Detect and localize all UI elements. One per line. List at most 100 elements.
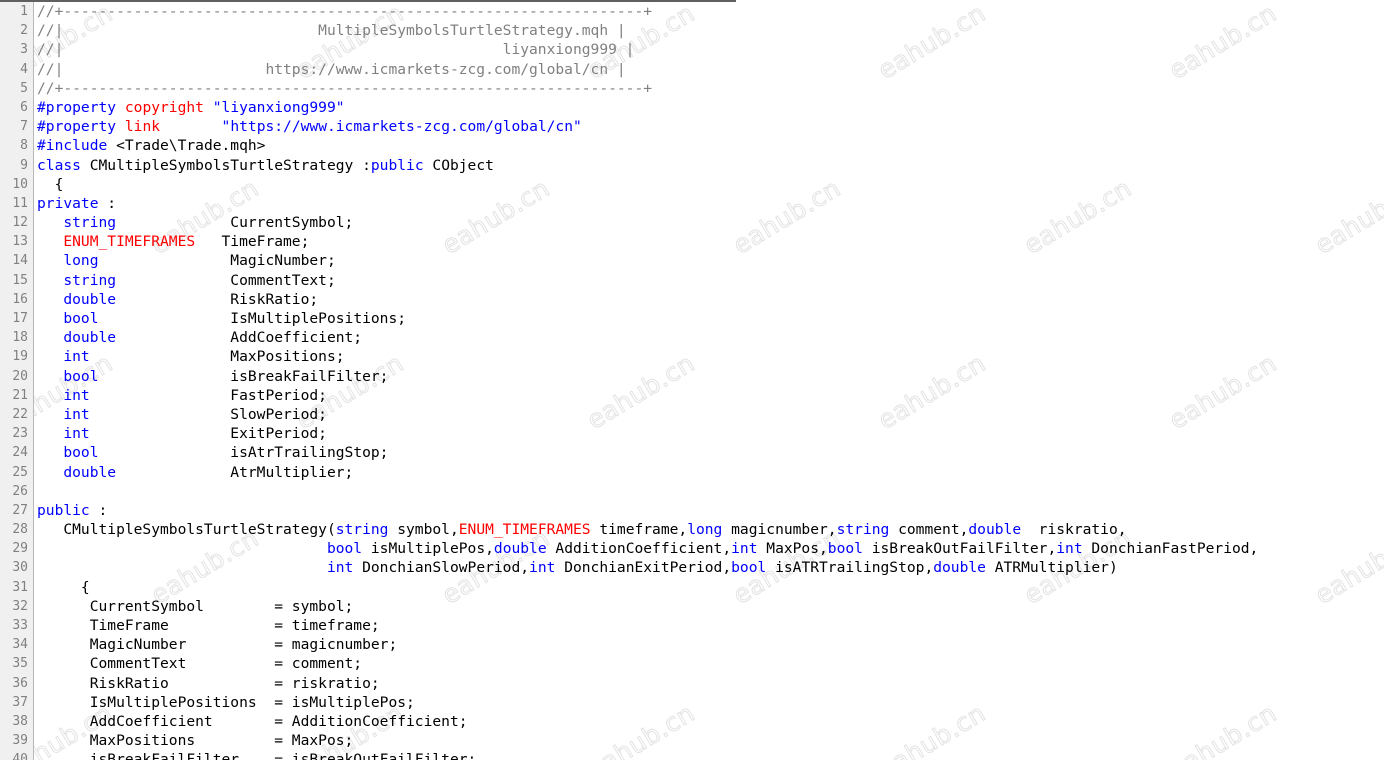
code-line-content[interactable]: int ExitPeriod; xyxy=(37,424,327,443)
code-token-plain: AdditionCoefficient, xyxy=(546,540,732,558)
code-line-content[interactable]: string CurrentSymbol; xyxy=(37,213,353,232)
code-line[interactable]: 24 bool isAtrTrailingStop; xyxy=(0,443,1384,463)
code-line[interactable]: 3//| liyanxiong999 | xyxy=(0,40,1384,60)
code-line-content[interactable]: MagicNumber = magicnumber; xyxy=(37,635,398,654)
code-line[interactable]: 7 #property link "https://www.icmarkets-z… xyxy=(0,117,1384,137)
code-line[interactable]: 6 #property copyright "liyanxiong999" xyxy=(0,97,1384,118)
code-line-content[interactable]: double AtrMultiplier; xyxy=(37,463,353,482)
code-token-plain: isATRTrailingStop, xyxy=(766,559,934,577)
code-editor[interactable]: eahub.cn eahub.cn eahub.cn eahub.cn eahub.cn… xyxy=(0,0,1384,760)
code-line[interactable]: 14 long MagicNumber; xyxy=(0,251,1384,271)
line-number: 14 xyxy=(0,251,34,271)
code-line[interactable]: 29 bool isMultiplePos,double AdditionCoe… xyxy=(0,539,1384,559)
code-line-content[interactable]: public : xyxy=(37,501,107,520)
code-line[interactable]: 21 int FastPeriod; xyxy=(0,385,1384,405)
code-line-content[interactable]: long MagicNumber; xyxy=(37,251,335,270)
code-line[interactable]: 15 string CommentText; xyxy=(0,270,1384,290)
code-token-plain: SlowPeriod; xyxy=(89,405,327,423)
code-line[interactable]: 5//+------------------------------------… xyxy=(0,78,1384,98)
code-line[interactable]: 33 TimeFrame = timeframe; xyxy=(0,616,1384,636)
code-line[interactable]: 39 MaxPositions = MaxPos; xyxy=(0,731,1384,751)
code-line-content[interactable]: int MaxPositions; xyxy=(37,347,344,366)
code-line[interactable]: 27 public : xyxy=(0,500,1384,521)
code-line-content[interactable]: //| MultipleSymbolsTurtleStrategy.mqh | xyxy=(37,21,626,40)
code-line-content[interactable]: RiskRatio = riskratio; xyxy=(37,674,380,693)
code-line-content[interactable]: int SlowPeriod; xyxy=(37,405,327,424)
code-line-content[interactable]: private : xyxy=(37,194,116,213)
code-line-content[interactable]: CMultipleSymbolsTurtleStrategy(string sy… xyxy=(37,520,1126,539)
code-line-content[interactable]: TimeFrame = timeframe; xyxy=(37,616,380,635)
code-line-content[interactable]: isBreakFailFilter = isBreakOutFailFilter… xyxy=(37,750,477,760)
code-line[interactable]: 12 string CurrentSymbol; xyxy=(0,213,1384,233)
code-token-plain: AddCoefficient = AdditionCoefficient; xyxy=(37,712,468,730)
line-number: 36 xyxy=(0,673,34,693)
code-line[interactable]: 17 bool IsMultiplePositions; xyxy=(0,309,1384,329)
code-line[interactable]: 37 IsMultiplePositions = isMultiplePos; xyxy=(0,692,1384,712)
code-line-content[interactable]: bool isBreakFailFilter; xyxy=(37,367,388,386)
code-line-content[interactable]: #include <Trade\Trade.mqh> xyxy=(37,136,265,155)
code-token-plain: RiskRatio = riskratio; xyxy=(37,674,380,692)
code-line-content[interactable]: CurrentSymbol = symbol; xyxy=(37,597,354,616)
code-line-content[interactable]: { xyxy=(37,578,90,597)
code-line[interactable]: 34 MagicNumber = magicnumber; xyxy=(0,635,1384,655)
code-token-plain: { xyxy=(37,175,64,193)
code-line[interactable]: 9 class CMultipleSymbolsTurtleStrategy :p… xyxy=(0,155,1384,175)
code-line-content[interactable]: MaxPositions = MaxPos; xyxy=(37,731,354,750)
code-line[interactable]: 16 double RiskRatio; xyxy=(0,289,1384,309)
code-line[interactable]: 32 CurrentSymbol = symbol; xyxy=(0,596,1384,616)
code-token-comment: //+-------------------------------------… xyxy=(37,79,653,97)
code-token-plain: CommentText; xyxy=(116,271,336,289)
code-line-content[interactable]: bool isMultiplePos,double AdditionCoeffi… xyxy=(37,539,1258,558)
code-line[interactable]: 10 { xyxy=(0,174,1384,194)
code-line-content[interactable]: //+-------------------------------------… xyxy=(37,2,652,21)
code-line[interactable]: 31 { xyxy=(0,577,1384,597)
code-line-content[interactable]: class CMultipleSymbolsTurtleStrategy :pu… xyxy=(37,156,494,175)
code-line-content[interactable]: AddCoefficient = AdditionCoefficient; xyxy=(37,712,468,731)
code-line-content[interactable]: int FastPeriod; xyxy=(37,386,327,405)
code-line-content[interactable]: string CommentText; xyxy=(37,271,336,290)
code-line[interactable]: 18 double AddCoefficient; xyxy=(0,328,1384,348)
code-token-plain: ATRMultiplier) xyxy=(985,559,1118,577)
code-line-content[interactable]: #property copyright "liyanxiong999" xyxy=(37,98,345,117)
code-line-content[interactable]: //| https://www.icmarkets-zcg.com/global… xyxy=(37,60,626,79)
code-line[interactable]: 22 int SlowPeriod; xyxy=(0,404,1384,425)
code-token-type: bool xyxy=(326,540,363,558)
code-line[interactable]: 25 double AtrMultiplier; xyxy=(0,462,1384,482)
code-line-content[interactable]: bool IsMultiplePositions; xyxy=(37,309,406,328)
code-text-area[interactable]: 1//+------------------------------------… xyxy=(0,2,1384,760)
code-line[interactable]: 26 xyxy=(0,481,1384,501)
code-line[interactable]: 4//| https://www.icmarkets-zcg.com/globa… xyxy=(0,59,1384,79)
code-line-content[interactable]: ENUM_TIMEFRAMES TimeFrame; xyxy=(37,232,309,251)
code-line-content[interactable]: //+-------------------------------------… xyxy=(37,79,652,98)
code-line-content[interactable]: #property link "https://www.icmarkets-zc… xyxy=(37,117,582,136)
code-line-content[interactable]: IsMultiplePositions = isMultiplePos; xyxy=(37,693,415,712)
code-token-plain: CurrentSymbol; xyxy=(116,214,354,232)
code-line[interactable]: 40 isBreakFailFilter = isBreakOutFailFil… xyxy=(0,750,1384,760)
code-line-content[interactable]: //| liyanxiong999 | xyxy=(37,40,634,59)
line-number: 18 xyxy=(0,328,34,348)
code-line[interactable]: 19 int MaxPositions; xyxy=(0,347,1384,367)
code-line-content[interactable]: double AddCoefficient; xyxy=(37,328,362,347)
editor-top-rule xyxy=(0,0,736,2)
code-line-content[interactable]: int DonchianSlowPeriod,int DonchianExitP… xyxy=(37,558,1118,577)
code-line[interactable]: 36 RiskRatio = riskratio; xyxy=(0,673,1384,693)
code-line[interactable]: 28 CMultipleSymbolsTurtleStrategy(string… xyxy=(0,520,1384,540)
code-line-content[interactable]: bool isAtrTrailingStop; xyxy=(37,443,388,462)
code-line[interactable]: 35 CommentText = comment; xyxy=(0,654,1384,674)
code-line[interactable]: 2//| MultipleSymbolsTurtleStrategy.mqh | xyxy=(0,21,1384,41)
code-line[interactable]: 13 ENUM_TIMEFRAMES TimeFrame; xyxy=(0,232,1384,252)
code-line[interactable]: 8 #include <Trade\Trade.mqh> xyxy=(0,136,1384,156)
code-line[interactable]: 30 int DonchianSlowPeriod,int DonchianEx… xyxy=(0,558,1384,578)
code-line-content[interactable]: CommentText = comment; xyxy=(37,654,362,673)
code-line[interactable]: 20 bool isBreakFailFilter; xyxy=(0,366,1384,386)
code-line[interactable]: 38 AddCoefficient = AdditionCoefficient; xyxy=(0,711,1384,732)
code-line-content[interactable]: { xyxy=(37,175,64,194)
code-line[interactable]: 23 int ExitPeriod; xyxy=(0,424,1384,444)
code-token-type: bool xyxy=(827,540,863,558)
code-line[interactable]: 1//+------------------------------------… xyxy=(0,2,1384,22)
code-line[interactable]: 11 private : xyxy=(0,193,1384,214)
code-line-content[interactable]: double RiskRatio; xyxy=(37,290,318,309)
